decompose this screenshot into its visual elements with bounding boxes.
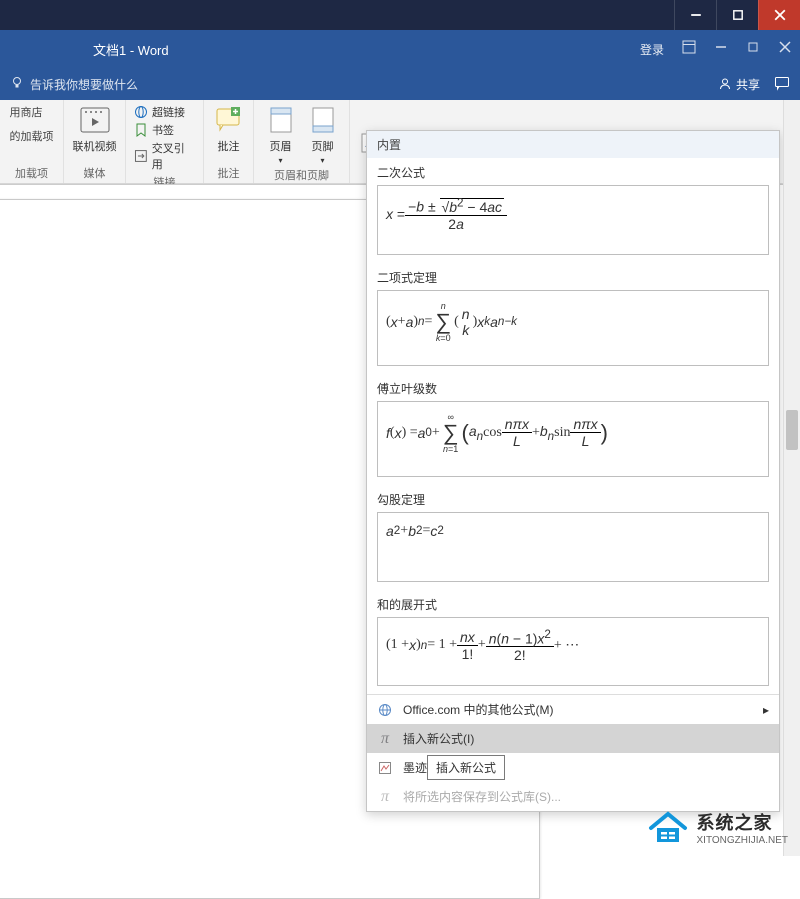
- ribbon-group-comments: 批注 批注: [204, 100, 254, 183]
- hyperlink-button[interactable]: 超链接: [134, 104, 195, 120]
- new-comment-button[interactable]: 批注: [213, 104, 245, 154]
- ribbon-display-options-icon[interactable]: [682, 40, 696, 59]
- word-chrome: 文档1 - Word 登录 告诉我你想要做什么 共享: [0, 30, 800, 100]
- tellme-input[interactable]: 告诉我你想要做什么: [30, 76, 138, 93]
- watermark-text-en: XITONGZHIJIA.NET: [697, 835, 789, 846]
- watermark-text-cn: 系统之家: [697, 809, 789, 835]
- os-titlebar: [0, 0, 800, 30]
- globe-icon: [377, 702, 393, 718]
- crossref-button[interactable]: 交叉引用: [134, 140, 195, 172]
- group-label: 页眉和页脚: [274, 165, 329, 185]
- lightbulb-icon: [10, 76, 24, 93]
- ribbon-group-links: 超链接 书签 交叉引用 链接: [126, 100, 204, 183]
- gallery-item-binomial[interactable]: 二项式定理 (x + a)n = n∑k=0 (nk) xkan−k: [367, 263, 779, 374]
- menu-insert-new-equation[interactable]: π 插入新公式(I): [367, 724, 779, 753]
- vertical-scrollbar[interactable]: [783, 100, 800, 856]
- ribbon-group-media: 联机视频 媒体: [64, 100, 126, 183]
- gallery-commands: Office.com 中的其他公式(M) ▸ π 插入新公式(I) 墨迹公 插入…: [367, 694, 779, 811]
- equation-preview: a2 + b2 = c2: [377, 512, 769, 582]
- os-minimize-button[interactable]: [674, 0, 716, 30]
- bookmark-button[interactable]: 书签: [134, 122, 195, 138]
- tellme-row: 告诉我你想要做什么 共享: [0, 68, 800, 100]
- ink-icon: [377, 760, 393, 776]
- ribbon-group-header-footer: 页眉▾ 页脚▾ 页眉和页脚: [254, 100, 350, 183]
- gallery-header: 内置: [367, 131, 779, 158]
- group-label: 批注: [218, 163, 240, 183]
- my-addins-button[interactable]: 的加载项: [10, 128, 54, 144]
- equation-preview: (x + a)n = n∑k=0 (nk) xkan−k: [377, 290, 769, 366]
- word-minimize-button[interactable]: [714, 40, 728, 59]
- footer-button[interactable]: 页脚▾: [307, 104, 339, 165]
- word-restore-button[interactable]: [746, 40, 760, 59]
- group-label: 加载项: [15, 163, 48, 183]
- menu-ink-equation[interactable]: 墨迹公 插入新公式: [367, 753, 779, 782]
- watermark: 系统之家 XITONGZHIJIA.NET: [647, 809, 789, 846]
- comments-pane-button[interactable]: [774, 75, 790, 94]
- ribbon-group-addins: 用商店 的加载项 加载项: [0, 100, 64, 183]
- header-button[interactable]: 页眉▾: [265, 104, 297, 165]
- scrollbar-thumb[interactable]: [786, 410, 798, 450]
- equation-preview: f(x) = a0 + ∞∑n=1 (an cos nπxL + bn sin …: [377, 401, 769, 477]
- submenu-arrow-icon: ▸: [763, 703, 769, 717]
- word-titlebar: 文档1 - Word 登录: [0, 30, 800, 68]
- group-label: 媒体: [84, 163, 106, 183]
- gallery-item-pythagoras[interactable]: 勾股定理 a2 + b2 = c2: [367, 485, 779, 590]
- share-button[interactable]: 共享: [718, 76, 760, 93]
- menu-save-to-gallery: π 将所选内容保存到公式库(S)...: [367, 782, 779, 811]
- equation-gallery: 内置 二次公式 x = −b ± √b2 − 4ac2a 二项式定理 (x + …: [366, 130, 780, 812]
- person-icon: [718, 77, 732, 91]
- house-icon: [647, 810, 689, 846]
- signin-link[interactable]: 登录: [640, 41, 664, 58]
- pi-icon: π: [377, 731, 393, 747]
- os-maximize-button[interactable]: [716, 0, 758, 30]
- document-title: 文档1 - Word: [93, 40, 169, 59]
- menu-more-office[interactable]: Office.com 中的其他公式(M) ▸: [367, 695, 779, 724]
- word-close-button[interactable]: [778, 40, 792, 59]
- gallery-item-fourier[interactable]: 傅立叶级数 f(x) = a0 + ∞∑n=1 (an cos nπxL + b…: [367, 374, 779, 485]
- os-close-button[interactable]: [758, 0, 800, 30]
- online-video-button[interactable]: 联机视频: [73, 104, 117, 154]
- equation-preview: (1 + x)n = 1 + nx1! + n(n − 1)x22! + ⋯: [377, 617, 769, 687]
- equation-preview: x = −b ± √b2 − 4ac2a: [377, 185, 769, 255]
- pi-icon: π: [377, 789, 393, 805]
- gallery-item-expansion[interactable]: 和的展开式 (1 + x)n = 1 + nx1! + n(n − 1)x22!…: [367, 590, 779, 695]
- gallery-item-quadratic[interactable]: 二次公式 x = −b ± √b2 − 4ac2a: [367, 158, 779, 263]
- tooltip: 插入新公式: [427, 755, 505, 780]
- store-button[interactable]: 用商店: [10, 104, 43, 120]
